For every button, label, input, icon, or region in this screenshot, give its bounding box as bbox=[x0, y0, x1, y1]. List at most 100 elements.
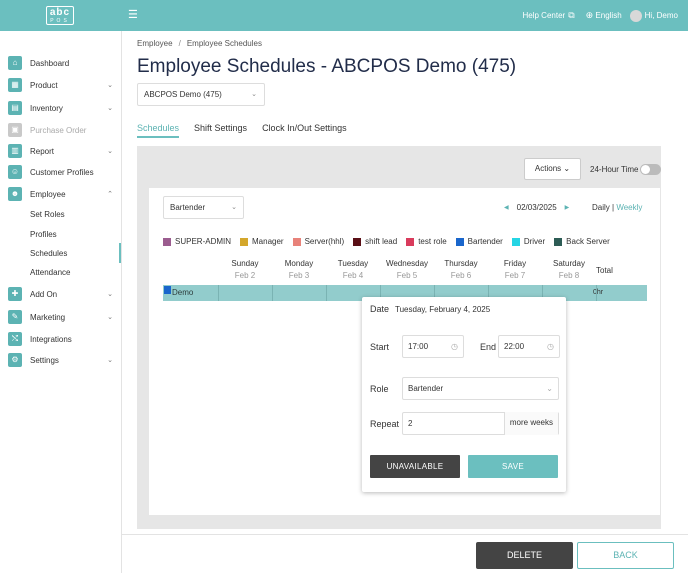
start-time-input[interactable]: 17:00 ◷ bbox=[402, 335, 464, 358]
sidebar-item-customer-profiles[interactable]: ☺ Customer Profiles bbox=[0, 162, 122, 182]
end-time-input[interactable]: 22:00 ◷ bbox=[498, 335, 560, 358]
legend-item: Bartender bbox=[455, 237, 503, 246]
sidebar-item-add-on[interactable]: ✚ Add On ⌄ bbox=[0, 284, 122, 304]
legend-swatch bbox=[554, 237, 563, 246]
sidebar: ⌂ Dashboard ▦ Product ⌄ ▤ Inventory ⌄ ▣ … bbox=[0, 31, 122, 573]
employee-total: 0hr bbox=[593, 289, 604, 296]
chevron-down-icon: ⌄ bbox=[107, 105, 113, 112]
legend-swatch bbox=[353, 237, 362, 246]
back-button[interactable]: BACK bbox=[577, 542, 674, 569]
24-hour-toggle[interactable] bbox=[640, 164, 661, 175]
toggle-knob bbox=[641, 165, 650, 174]
legend-label: Back Server bbox=[566, 237, 610, 246]
sidebar-subitem-attendance[interactable]: Attendance bbox=[30, 268, 70, 277]
day-date: Feb 7 bbox=[504, 271, 526, 280]
legend-label: Bartender bbox=[467, 237, 503, 246]
top-bar: abc POS ☰ Help Center ⧉ ⊕ English Hi, Dem… bbox=[0, 0, 688, 31]
product-icon: ▦ bbox=[8, 78, 22, 92]
tab-clock-settings[interactable]: Clock In/Out Settings bbox=[262, 123, 347, 138]
day-name: Thursday bbox=[444, 259, 478, 268]
abcpos-logo[interactable]: abc POS bbox=[46, 6, 74, 25]
avatar bbox=[629, 9, 642, 22]
view-daily[interactable]: Daily bbox=[592, 203, 610, 212]
unavailable-button[interactable]: UNAVAILABLE bbox=[370, 455, 460, 478]
sidebar-item-employee[interactable]: ☻ Employee ⌃ bbox=[0, 184, 122, 204]
chevron-down-icon: ⌄ bbox=[107, 148, 113, 155]
language-selector[interactable]: ⊕ English bbox=[583, 10, 622, 21]
cell-divider bbox=[326, 285, 327, 301]
sidebar-item-label: Settings bbox=[30, 355, 59, 365]
sidebar-item-label: Report bbox=[30, 146, 55, 156]
sidebar-item-label: Purchase Order bbox=[30, 125, 87, 135]
legend-swatch bbox=[455, 237, 464, 246]
day-column-header: Wednesday Feb 5 bbox=[380, 259, 434, 280]
end-time-value: 22:00 bbox=[504, 342, 525, 351]
day-column-header: Friday Feb 7 bbox=[488, 259, 542, 280]
day-name: Sunday bbox=[231, 259, 259, 268]
save-button[interactable]: SAVE bbox=[468, 455, 558, 478]
24-hour-label: 24-Hour Time bbox=[590, 165, 639, 174]
sidebar-item-dashboard[interactable]: ⌂ Dashboard bbox=[0, 53, 122, 73]
tab-shift-settings[interactable]: Shift Settings bbox=[194, 123, 247, 138]
prev-week-icon[interactable]: ◀ bbox=[504, 204, 509, 211]
breadcrumb-employee[interactable]: Employee bbox=[137, 39, 173, 48]
help-center-label: Help Center bbox=[522, 11, 566, 20]
legend-label: SUPER-ADMIN bbox=[175, 237, 232, 246]
sidebar-item-settings[interactable]: ⚙ Settings ⌄ bbox=[0, 350, 122, 370]
day-name: Wednesday bbox=[385, 259, 429, 268]
sidebar-item-report[interactable]: ▥ Report ⌄ bbox=[0, 141, 122, 161]
sidebar-subitem-set-roles[interactable]: Set Roles bbox=[30, 210, 65, 219]
legend-label: Server(hhl) bbox=[304, 237, 345, 246]
sidebar-item-marketing[interactable]: ✎ Marketing ⌄ bbox=[0, 307, 122, 327]
start-time-value: 17:00 bbox=[408, 342, 429, 351]
day-name: Tuesday bbox=[337, 259, 369, 268]
help-center-link[interactable]: Help Center ⧉ bbox=[523, 10, 575, 21]
chevron-down-icon: ⌄ bbox=[546, 384, 553, 393]
cell-divider bbox=[596, 285, 597, 301]
actions-dropdown[interactable]: Actions ⌄ bbox=[524, 158, 581, 180]
store-select[interactable]: ABCPOS Demo (475) ⌄ bbox=[137, 83, 265, 106]
chevron-down-icon: ⌄ bbox=[107, 291, 113, 298]
settings-icon: ⚙ bbox=[8, 353, 22, 367]
marketing-icon: ✎ bbox=[8, 310, 22, 324]
report-icon: ▥ bbox=[8, 144, 22, 158]
day-column-header: Sunday Feb 2 bbox=[218, 259, 272, 280]
day-column-header: Saturday Feb 8 bbox=[542, 259, 596, 280]
role-select[interactable]: Bartender ⌄ bbox=[402, 377, 559, 400]
cell-divider bbox=[218, 285, 219, 301]
external-link-icon: ⧉ bbox=[568, 10, 575, 20]
sidebar-item-integrations[interactable]: ⤭ Integrations bbox=[0, 329, 122, 349]
sidebar-item-product[interactable]: ▦ Product ⌄ bbox=[0, 75, 122, 95]
legend-label: Driver bbox=[523, 237, 546, 246]
total-column-header: Total bbox=[596, 266, 613, 275]
delete-button[interactable]: DELETE bbox=[476, 542, 573, 569]
sidebar-subitem-profiles[interactable]: Profiles bbox=[30, 230, 57, 239]
menu-toggle-icon[interactable]: ☰ bbox=[128, 8, 138, 21]
sidebar-item-inventory[interactable]: ▤ Inventory ⌄ bbox=[0, 98, 122, 118]
repeat-suffix: more weeks bbox=[503, 412, 558, 435]
logo-subtext: POS bbox=[50, 18, 70, 24]
globe-icon: ⊕ bbox=[585, 10, 594, 20]
view-weekly[interactable]: Weekly bbox=[616, 203, 642, 212]
legend-swatch bbox=[406, 237, 415, 246]
employee-name: Demo bbox=[172, 288, 194, 297]
sidebar-item-label: Product bbox=[30, 80, 58, 90]
current-date[interactable]: 02/03/2025 bbox=[517, 203, 557, 212]
role-filter-select[interactable]: Bartender ⌄ bbox=[163, 196, 244, 219]
repeat-input[interactable]: 2 more weeks bbox=[402, 412, 559, 435]
legend-item: SUPER-ADMIN bbox=[163, 237, 231, 246]
legend-item: Back Server bbox=[554, 237, 610, 246]
customer-icon: ☺ bbox=[8, 165, 22, 179]
breadcrumb: Employee / Employee Schedules bbox=[137, 39, 262, 48]
sidebar-subitem-schedules[interactable]: Schedules bbox=[30, 249, 67, 258]
tab-schedules[interactable]: Schedules bbox=[137, 123, 180, 138]
sidebar-item-label: Integrations bbox=[30, 334, 72, 344]
clock-icon: ◷ bbox=[451, 342, 458, 351]
role-filter-value: Bartender bbox=[170, 203, 206, 212]
cell-divider bbox=[272, 285, 273, 301]
chevron-down-icon: ⌄ bbox=[563, 164, 571, 173]
user-menu[interactable]: Hi, Demo bbox=[629, 9, 678, 22]
breadcrumb-current: Employee Schedules bbox=[186, 39, 262, 48]
integrations-icon: ⤭ bbox=[8, 332, 22, 346]
next-week-icon[interactable]: ▶ bbox=[565, 204, 570, 211]
